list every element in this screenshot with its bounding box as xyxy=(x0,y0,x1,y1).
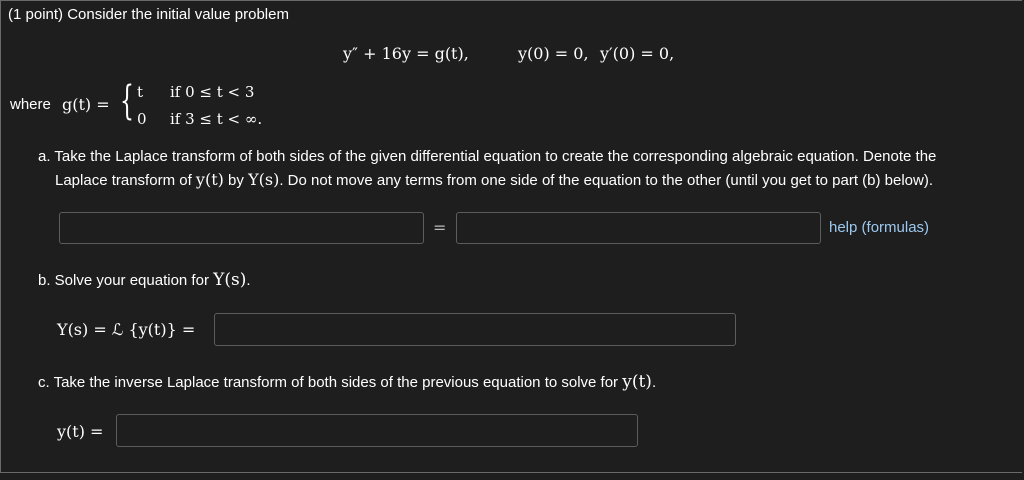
part-a-math-y: y(t) xyxy=(195,170,224,189)
part-b-instructions: b. Solve your equation for Y(s). xyxy=(38,270,251,290)
ode-equation: y″ + 16y = g(t), xyxy=(343,44,469,63)
case1-condition: if 0 ≤ t < 3 xyxy=(170,83,255,101)
part-c-text-post: . xyxy=(651,374,657,391)
equals-sign: = xyxy=(433,218,447,237)
part-c-instructions: c. Take the inverse Laplace transform of… xyxy=(38,372,656,392)
part-b-math-Y: Y(s) xyxy=(213,270,247,290)
part-a-instructions: a. Take the Laplace transform of both si… xyxy=(38,148,937,165)
Y-of-s-input[interactable] xyxy=(214,313,736,346)
y-of-t-input[interactable] xyxy=(116,414,638,447)
help-formulas-link[interactable]: help (formulas) xyxy=(829,219,929,236)
case1-value: t xyxy=(137,83,144,101)
part-a-text-mid: by xyxy=(228,172,244,189)
part-a-text-pre: Laplace transform of xyxy=(55,172,192,189)
part-c-math-y: y(t) xyxy=(622,372,652,392)
part-b-label: Y(s) = ℒ {y(t)} = xyxy=(57,320,196,339)
part-b-text-pre: b. Solve your equation for xyxy=(38,272,209,289)
part-c-label: y(t) = xyxy=(57,422,104,441)
problem-header: (1 point) Consider the initial value pro… xyxy=(8,6,289,23)
where-label: where xyxy=(10,96,51,113)
part-a-text-post: . Do not move any terms from one side of… xyxy=(279,172,934,189)
piecewise-brace: { xyxy=(120,78,134,124)
part-a-math-Y: Y(s) xyxy=(248,170,280,189)
laplace-rhs-input[interactable] xyxy=(456,212,821,244)
part-c-text-pre: c. Take the inverse Laplace transform of… xyxy=(38,374,619,391)
g-function-lhs: g(t) = xyxy=(62,95,110,114)
initial-condition-y: y(0) = 0, xyxy=(518,44,589,63)
case2-condition: if 3 ≤ t < ∞. xyxy=(170,110,263,128)
part-b-text-post: . xyxy=(246,272,251,289)
case2-value: 0 xyxy=(137,110,147,128)
laplace-lhs-input[interactable] xyxy=(59,212,424,244)
part-a-instructions-line2: Laplace transform of y(t) by Y(s). Do no… xyxy=(55,170,933,189)
initial-condition-yprime: y′(0) = 0, xyxy=(600,44,675,63)
